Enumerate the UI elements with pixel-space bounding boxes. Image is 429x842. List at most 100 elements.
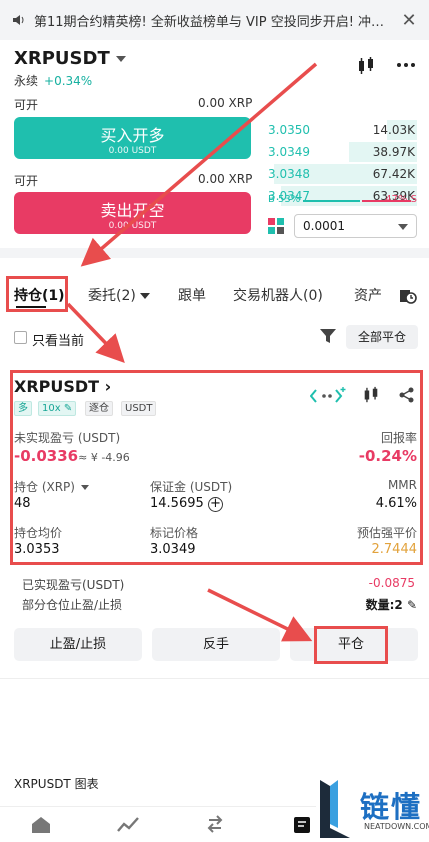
reverse-button[interactable]: 反手 — [152, 628, 280, 661]
share-link-icon[interactable] — [310, 387, 346, 405]
section-divider — [0, 248, 429, 258]
close-all-button[interactable]: 全部平仓 — [346, 325, 418, 349]
buy-available: 0.00 XRP — [198, 96, 253, 110]
mmr-value: 4.61% — [375, 496, 417, 511]
roe-label: 回报率 — [380, 431, 417, 445]
orderbook-price: 3.0349 — [268, 145, 310, 159]
chevron-down-icon — [115, 56, 126, 62]
partial-tpsl-label: 部分仓位止盈/止损 — [22, 598, 123, 612]
realized-pnl-label: 已实现盈亏(USDT) — [22, 578, 125, 592]
settle-tag: USDT — [121, 401, 157, 416]
unrealized-pnl-value: -0.0336 — [14, 447, 79, 465]
chevron-down-icon — [398, 224, 408, 230]
only-current-checkbox[interactable] — [14, 331, 27, 344]
filter-icon[interactable] — [320, 329, 336, 344]
orderbook-row[interactable]: 3.0349 38.97K — [266, 142, 417, 162]
orderbook-row[interactable]: 3.0350 14.03K — [266, 120, 417, 140]
chevron-down-icon — [139, 293, 150, 299]
brand-name: 链懂 — [360, 790, 423, 824]
more-icon[interactable] — [396, 62, 416, 68]
speaker-icon — [13, 15, 24, 25]
share-icon[interactable] — [399, 387, 415, 403]
orderbook-qty: 67.42K — [372, 167, 415, 181]
sell-available: 0.00 XRP — [198, 172, 253, 186]
home-icon[interactable] — [32, 817, 50, 833]
entry-price-label: 持仓均价 — [14, 526, 63, 540]
only-current-label: 只看当前 — [32, 334, 85, 349]
partial-qty[interactable]: 数量:2 ✎ — [366, 596, 417, 613]
open-label-sell: 可开 — [14, 174, 39, 188]
contract-info: 永续 +0.34% — [14, 72, 92, 89]
markets-icon[interactable] — [117, 817, 139, 833]
banner-text: 第11期合约精英榜! 全新收益榜单与 VIP 空投同步开启! 冲… — [34, 14, 385, 30]
brand-watermark: 链懂 NEATDOWN.COM — [316, 776, 429, 842]
announcement-banner[interactable]: 第11期合约精英榜! 全新收益榜单与 VIP 空投同步开启! 冲… ✕ — [0, 0, 429, 40]
size-value: 48 — [14, 496, 31, 511]
liq-price-label: 预估强平价 — [356, 526, 417, 540]
sell-sub: 0.00 USDT — [108, 221, 157, 231]
edit-icon: ✎ — [60, 403, 73, 414]
chart-section-label[interactable]: XRPUSDT 图表 — [14, 775, 99, 792]
buy-long-button[interactable]: 买入开多 0.00 USDT — [14, 117, 251, 159]
symbol-selector[interactable]: XRPUSDT — [14, 48, 126, 69]
orderbook-row[interactable]: 3.0348 67.42K — [266, 164, 417, 184]
realized-pnl-value: -0.0875 — [368, 576, 415, 590]
mark-price-value: 3.0349 — [150, 542, 196, 557]
position-symbol[interactable]: XRPUSDT › — [14, 377, 111, 396]
trade-icon[interactable] — [206, 815, 224, 833]
tpsl-button[interactable]: 止盈/止损 — [14, 628, 142, 661]
margin-label: 保证金 (USDT) — [150, 480, 233, 494]
leverage-tag[interactable]: 10x ✎ — [38, 401, 77, 416]
liq-price-value: 2.7444 — [371, 542, 418, 557]
margin-value: 14.5695 + — [150, 496, 223, 512]
unrealized-pnl: -0.0336≈ ¥ -4.96 — [14, 447, 130, 465]
tab-copy-trading[interactable]: 跟单 — [178, 285, 206, 305]
roe-value: -0.24% — [358, 447, 417, 465]
orderbook-qty: 14.03K — [372, 123, 415, 137]
margin-number: 14.5695 — [150, 496, 204, 511]
depth-layout-icon[interactable] — [268, 218, 284, 234]
candlestick-icon[interactable] — [356, 56, 376, 76]
tab-orders-label: 委托(2) — [88, 288, 136, 304]
open-label-buy: 可开 — [14, 98, 39, 112]
contract-type: 永续 — [14, 74, 39, 88]
buy-sell-ratio: B 53% 47% S — [268, 194, 417, 208]
leverage-value: 10x — [42, 403, 61, 414]
brand-domain: NEATDOWN.COM — [364, 822, 429, 831]
sell-short-button[interactable]: 卖出开空 0.00 USDT — [14, 192, 251, 234]
brand-logo — [320, 780, 350, 838]
close-icon[interactable]: ✕ — [401, 10, 417, 31]
side-tag: 多 — [14, 401, 32, 416]
sell-label: 卖出开空 — [100, 201, 165, 220]
precision-select[interactable]: 0.0001 — [294, 214, 417, 238]
buy-sub: 0.00 USDT — [108, 146, 157, 156]
tab-orders[interactable]: 委托(2) — [88, 285, 150, 305]
chevron-right-icon: › — [104, 377, 112, 396]
add-margin-icon[interactable]: + — [207, 497, 223, 512]
symbol-title: XRPUSDT — [14, 48, 110, 69]
buy-ratio: B 53% — [268, 194, 301, 205]
chevron-down-icon — [80, 485, 89, 490]
futures-icon[interactable] — [294, 817, 310, 833]
edit-icon: ✎ — [406, 598, 417, 612]
buy-label: 买入开多 — [100, 126, 165, 145]
price-change: +0.34% — [44, 74, 93, 88]
orderbook-qty: 38.97K — [372, 145, 415, 159]
size-label[interactable]: 持仓 (XRP) — [14, 478, 89, 495]
history-icon[interactable] — [398, 286, 418, 304]
position-symbol-text: XRPUSDT — [14, 377, 100, 396]
tab-trading-bots[interactable]: 交易机器人(0) — [233, 285, 323, 305]
margin-mode-tag: 逐仓 — [85, 401, 113, 416]
entry-price-value: 3.0353 — [14, 542, 60, 557]
close-position-highlight[interactable]: 平仓 — [314, 626, 388, 664]
unrealized-pnl-cny: ≈ ¥ -4.96 — [78, 451, 130, 464]
unrealized-pnl-label: 未实现盈亏 (USDT) — [14, 431, 121, 445]
mmr-label: MMR — [387, 478, 417, 492]
candlestick-icon[interactable] — [362, 386, 380, 404]
partial-qty-text: 数量:2 — [365, 598, 403, 612]
tab-assets[interactable]: 资产 — [354, 285, 382, 305]
mark-price-label: 标记价格 — [150, 526, 199, 540]
orderbook-price: 3.0350 — [268, 123, 310, 137]
size-label-text: 持仓 (XRP) — [14, 480, 75, 494]
orderbook-price: 3.0348 — [268, 167, 310, 181]
